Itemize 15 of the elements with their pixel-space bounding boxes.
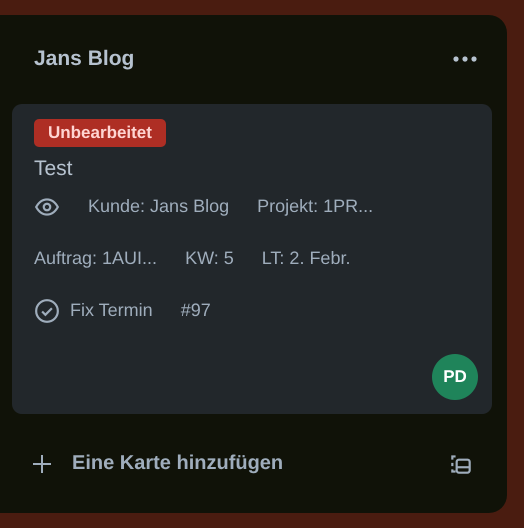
badge-text: Kunde: Jans Blog [88,196,230,218]
check-circle-icon [34,298,60,324]
list-title[interactable]: Jans Blog [34,47,134,72]
more-icon[interactable] [452,55,478,64]
badge-text: #97 [180,300,211,322]
card[interactable]: Unbearbeitet Test Kunde: Jans Blog Projekt: 1PR... Auftrag: 1AUI... KW: 5 LT: 2. Febr. Fix Termin #97 PD [12,104,492,414]
badge-text: LT: 2. Febr. [262,248,350,270]
badge-text: Projekt: 1PR... [257,196,374,218]
badge-text: Fix Termin [70,300,153,322]
member-avatar[interactable]: PD [432,354,478,400]
card-label: Unbearbeitet [34,118,166,147]
add-card-button[interactable]: Eine Karte hinzufügen [30,452,284,476]
badge-text: KW: 5 [185,248,234,270]
card-title: Test [34,156,74,181]
badge-text: Auftrag: 1AUI... [34,248,158,270]
